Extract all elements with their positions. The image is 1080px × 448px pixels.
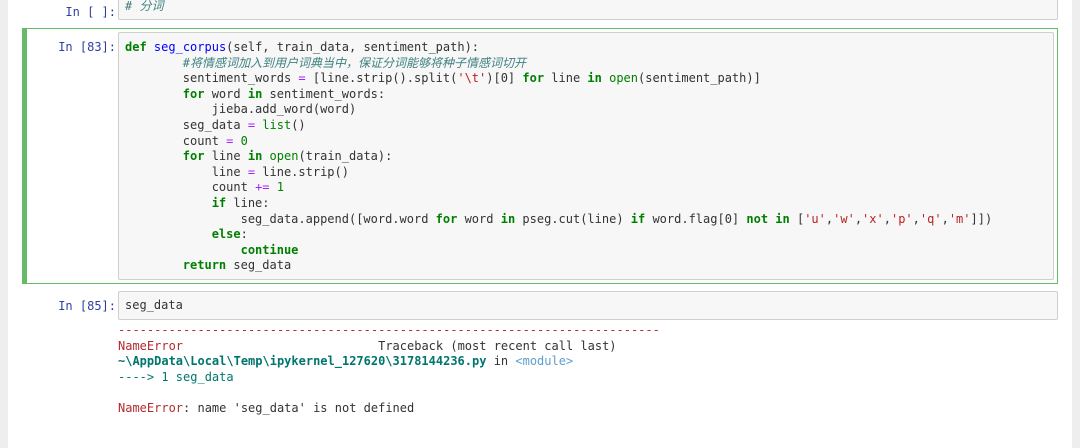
traceback-separator: ----------------------------------------…: [118, 323, 660, 337]
keyword: if: [630, 211, 646, 226]
code-text: line:: [226, 195, 270, 210]
operator: +=: [255, 180, 270, 195]
string: 'x': [862, 211, 884, 226]
keyword: in: [587, 71, 602, 86]
cell-prompt: In [ ]:: [65, 5, 116, 19]
traceback-module: <module>: [515, 354, 574, 369]
error-name: NameError: [118, 338, 184, 353]
code-text: seg_data: [182, 117, 248, 132]
code-text: line.strip(): [255, 164, 349, 179]
string: 'w': [833, 211, 855, 226]
string: 'm': [948, 211, 971, 226]
code-text: [: [789, 211, 805, 226]
code-text: seg_data: [226, 258, 292, 273]
string: 'q': [919, 211, 942, 226]
keyword: for: [182, 149, 205, 164]
code-text: jieba.add_word(word): [211, 102, 357, 117]
traceback-path: ~\AppData\Local\Temp\ipykernel_127620\31…: [118, 354, 487, 369]
code-text: line: [211, 164, 248, 179]
error-final-name: NameError: [118, 400, 184, 415]
code-text: (): [291, 117, 306, 132]
code-text: line: [544, 71, 588, 86]
builtin: open: [269, 149, 299, 164]
code-text: line: [204, 149, 248, 164]
cell-prompt: In [85]:: [58, 299, 116, 313]
cell-prompt: In [83]:: [58, 40, 116, 54]
code-text: count: [182, 133, 227, 148]
number: 0: [240, 133, 248, 148]
traceback-label: Traceback (most recent call last): [378, 338, 617, 353]
code-editor[interactable]: def seg_corpus(self, train_data, sentime…: [119, 33, 1053, 281]
code-text: word.flag[0]: [645, 211, 747, 226]
builtin: list: [262, 117, 292, 132]
code-cell-comment[interactable]: In [ ]: # 分词: [22, 0, 1058, 20]
code-text: sentiment_words:: [262, 86, 386, 101]
keyword: def: [125, 40, 147, 54]
error-message: : name 'seg_data' is not defined: [183, 400, 415, 415]
builtin: open: [609, 71, 639, 86]
string: '\t': [457, 71, 487, 86]
code-comment: # 分词: [125, 0, 164, 13]
keyword: continue: [240, 242, 299, 257]
cell-input[interactable]: seg_data: [118, 291, 1058, 320]
code-text: seg_data.append([word.word: [240, 211, 436, 226]
operator: =: [247, 117, 256, 132]
keyword: for: [435, 211, 458, 226]
cell-output: ----------------------------------------…: [118, 323, 660, 417]
keyword: else: [211, 227, 241, 242]
code-text: (sentiment_path)]: [638, 71, 761, 86]
code-text: pseg.cut(line): [515, 211, 631, 226]
function-name: seg_corpus: [153, 40, 227, 54]
code-text: count: [211, 180, 256, 195]
code-text: (self, train_data, sentiment_path):: [226, 40, 480, 54]
code-comment: #将情感词加入到用户词典当中，保证分词能够将种子情感词切开: [182, 55, 527, 70]
code-text: :: [240, 227, 248, 242]
keyword: if: [211, 195, 227, 210]
code-text: seg_data: [125, 298, 183, 312]
code-text: sentiment_words: [182, 71, 299, 86]
keyword: in: [247, 149, 263, 164]
code-text: )[0]: [486, 71, 523, 86]
string: 'u': [804, 211, 826, 226]
number: 1: [276, 180, 284, 195]
traceback-arrow: ----> 1 seg_data: [118, 369, 234, 384]
code-text: [line.strip().split(: [305, 71, 458, 86]
operator: =: [226, 133, 234, 148]
traceback-in: in: [486, 354, 516, 369]
string: 'p': [890, 211, 913, 226]
keyword: for: [522, 71, 545, 86]
keyword: in: [500, 211, 516, 226]
cell-input[interactable]: # 分词: [118, 0, 1058, 20]
operator: =: [247, 164, 256, 179]
code-text: ]]): [970, 211, 993, 226]
keyword: in: [247, 86, 263, 101]
notebook-page: In [ ]: # 分词 In [83]: def seg_corpus(sel…: [8, 0, 1072, 448]
code-text: word: [457, 211, 501, 226]
keyword: not: [746, 211, 769, 226]
operator: =: [298, 71, 306, 86]
keyword: return: [182, 258, 227, 273]
code-cell-seg-data[interactable]: In [85]: seg_data: [22, 291, 1058, 321]
code-text: word: [204, 86, 248, 101]
keyword: for: [182, 86, 205, 101]
code-cell-seg-corpus[interactable]: In [83]: def seg_corpus(self, train_data…: [22, 28, 1058, 284]
keyword: in: [775, 211, 790, 226]
code-text: (train_data):: [298, 149, 393, 164]
cell-input[interactable]: def seg_corpus(self, train_data, sentime…: [118, 32, 1054, 280]
